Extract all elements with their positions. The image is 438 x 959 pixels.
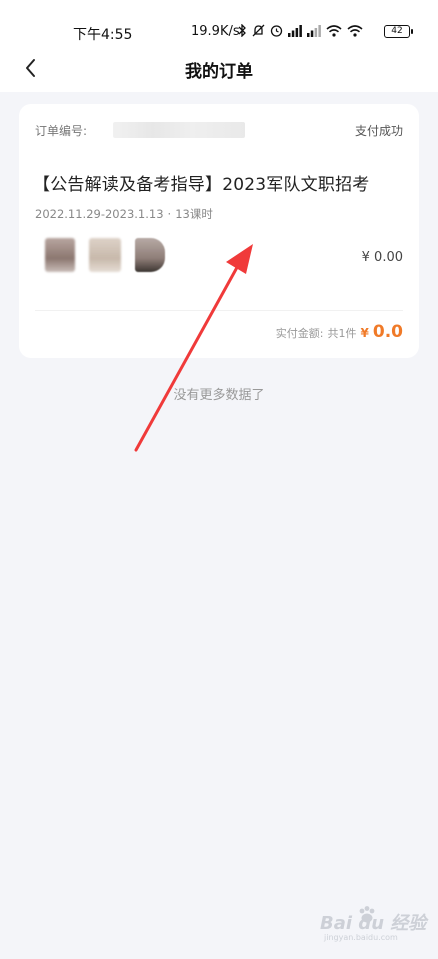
wifi-icon: [326, 24, 342, 37]
avatar: [89, 238, 121, 272]
order-status: 支付成功: [354, 124, 403, 138]
teacher-avatars: [45, 238, 165, 272]
status-icons: [238, 24, 363, 37]
bluetooth-icon: [238, 24, 246, 37]
paid-amount-row: 实付金额: 共1件 ¥ 0.0: [276, 322, 403, 342]
watermark-logo: Bai du 经验 jingyan.baidu.com: [320, 905, 426, 949]
paid-amount-label: 实付金额:: [275, 327, 324, 340]
meta-separator: ·: [167, 207, 172, 221]
paid-currency: ¥: [360, 326, 369, 340]
course-lessons: 13课时: [175, 207, 213, 221]
item-count: 共1件: [327, 327, 357, 340]
watermark-site: jingyan.baidu.com: [324, 933, 398, 942]
signal-icon: [307, 24, 321, 37]
network-speed: 19.9K/s: [191, 24, 240, 39]
battery-icon: 42: [384, 25, 413, 38]
mute-icon: [252, 24, 265, 37]
page-title: 我的订单: [185, 62, 253, 82]
course-date-range: 2022.11.29-2023.1.13: [35, 207, 164, 221]
signal-icon: [288, 24, 302, 37]
alarm-icon: [270, 25, 283, 37]
order-number-value-redacted: [113, 122, 245, 138]
order-card[interactable]: 订单编号: 支付成功 【公告解读及备考指导】2023军队文职招考 2022.11…: [19, 104, 419, 358]
course-meta: 2022.11.29-2023.1.13 · 13课时: [35, 206, 213, 222]
nav-bar: 我的订单: [0, 44, 438, 92]
avatar: [45, 238, 75, 272]
status-time: 下午4:55: [73, 27, 133, 43]
course-price: ¥ 0.00: [361, 250, 403, 265]
avatar: [135, 238, 165, 272]
wifi-icon: [347, 24, 363, 37]
status-bar: 下午4:55 19.9K/s 42: [0, 0, 438, 44]
paid-amount: 0.0: [372, 322, 403, 342]
course-title: 【公告解读及备考指导】2023军队文职招考: [33, 175, 370, 195]
list-end-text: 没有更多数据了: [173, 388, 265, 403]
watermark-brand: Bai du 经验: [320, 913, 427, 934]
order-number-label: 订单编号:: [35, 124, 88, 138]
divider: [35, 310, 403, 311]
